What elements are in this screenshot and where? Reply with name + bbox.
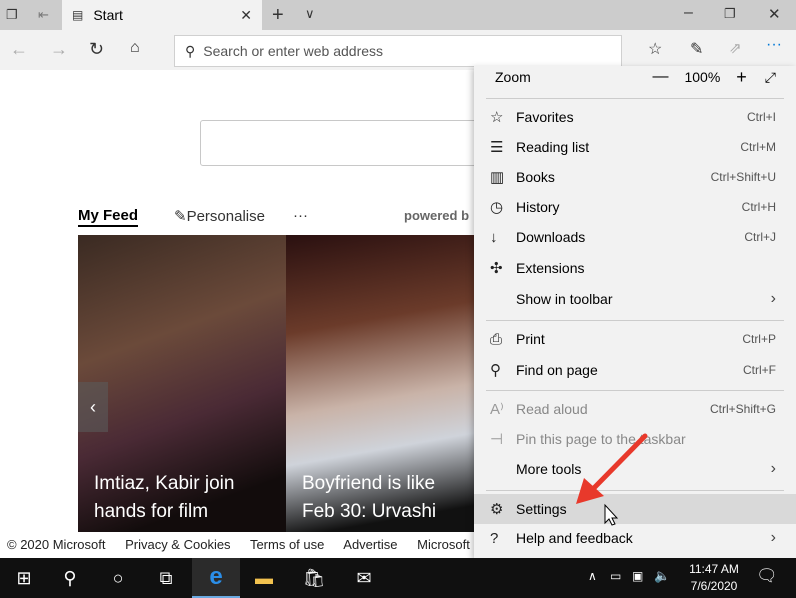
- time: 11:47 AM: [689, 562, 739, 576]
- volume-icon[interactable]: 🔈: [654, 568, 670, 584]
- network-icon[interactable]: ▣: [632, 569, 643, 583]
- arrow-shaft: [589, 433, 648, 493]
- taskbar: ⊞ ⚲ ○ ⧉ e ▬ 🛍 ✉ ∧ ▭ ▣ 🔈 11:47 AM 7/6/202…: [0, 558, 796, 598]
- date: 7/6/2020: [690, 579, 738, 593]
- task-view-icon[interactable]: ⧉: [142, 558, 190, 598]
- windows-start-icon[interactable]: ⊞: [0, 558, 48, 598]
- search-icon[interactable]: ⚲: [46, 558, 94, 598]
- clock[interactable]: 11:47 AM 7/6/2020: [684, 561, 744, 595]
- edge-icon[interactable]: e: [192, 558, 240, 598]
- store-icon[interactable]: 🛍: [290, 558, 338, 598]
- battery-icon[interactable]: ▭: [610, 569, 621, 583]
- mouse-cursor-icon: [604, 503, 619, 526]
- cortana-icon[interactable]: ○: [94, 558, 142, 598]
- annotation-arrow: [576, 433, 648, 526]
- notification-icon[interactable]: 🗨: [756, 566, 778, 586]
- mail-icon[interactable]: ✉: [340, 558, 388, 598]
- chevron-up-icon[interactable]: ∧: [588, 569, 597, 583]
- file-explorer-icon[interactable]: ▬: [240, 558, 288, 598]
